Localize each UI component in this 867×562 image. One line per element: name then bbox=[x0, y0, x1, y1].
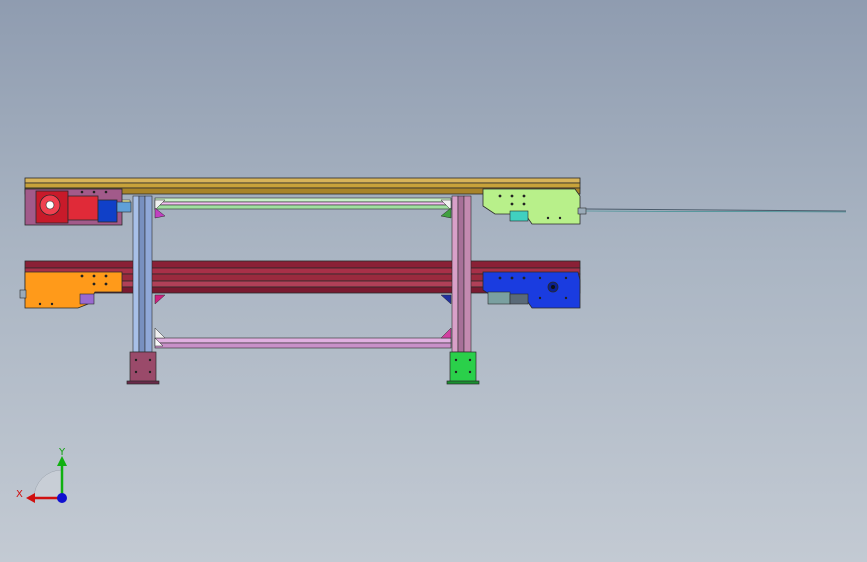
z-axis-dot bbox=[57, 493, 67, 503]
left-foot[interactable] bbox=[126, 351, 160, 385]
left-leg[interactable] bbox=[132, 195, 153, 353]
drive-shaft[interactable] bbox=[585, 208, 847, 213]
right-foot[interactable] bbox=[446, 351, 480, 385]
drive-motor-assembly[interactable] bbox=[24, 188, 132, 226]
bottom-crossbar[interactable] bbox=[154, 337, 452, 349]
cad-viewport[interactable]: Y X bbox=[0, 0, 867, 562]
top-right-end-plate[interactable] bbox=[482, 188, 587, 225]
coordinate-triad[interactable]: Y X bbox=[16, 447, 67, 503]
y-axis-label: Y bbox=[58, 447, 66, 458]
x-axis-arrowhead bbox=[26, 493, 35, 503]
lower-left-end-plate[interactable] bbox=[19, 271, 123, 309]
right-leg[interactable] bbox=[451, 195, 472, 353]
lower-right-end-plate[interactable] bbox=[482, 271, 581, 309]
conveyor-assembly[interactable] bbox=[19, 177, 847, 385]
triad-plane-icon bbox=[33, 469, 63, 499]
upper-crossbar[interactable] bbox=[154, 197, 452, 210]
x-axis-label: X bbox=[16, 489, 23, 500]
